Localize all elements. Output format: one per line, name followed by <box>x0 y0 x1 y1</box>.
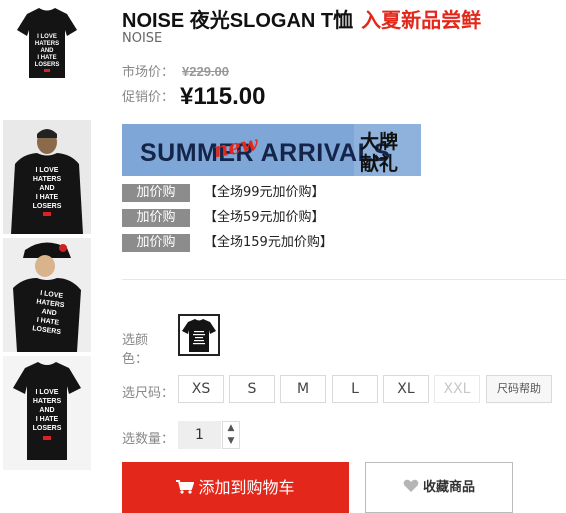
size-option-l[interactable]: L <box>332 375 378 403</box>
title-row: NOISE 夜光SLOGAN T恤 入夏新品尝鲜 <box>122 4 481 33</box>
favorite-label: 收藏商品 <box>422 480 475 495</box>
size-option-xxl[interactable]: XXL <box>434 375 480 403</box>
banner-cn-line-1: 大牌 <box>360 130 398 153</box>
addon-text[interactable]: 【全场59元加价购】 <box>204 209 325 227</box>
market-price-label: 市场价： <box>122 65 175 80</box>
shirt-print-line: I HATE <box>36 416 59 423</box>
add-to-cart-label: 添加到购物车 <box>198 478 295 497</box>
addon-tag: 加价购 <box>122 234 190 252</box>
size-label: 选尺码： <box>122 386 175 401</box>
sale-price: ¥115.00 <box>180 83 266 110</box>
promo-text: 入夏新品尝鲜 <box>361 10 482 32</box>
color-swatch-black[interactable] <box>178 314 220 356</box>
add-to-cart-button[interactable]: 添加到购物车 <box>122 462 349 513</box>
sale-price-row: 促销价： ¥115.00 <box>122 83 265 111</box>
quantity-input[interactable]: 1 <box>178 421 221 449</box>
shirt-print-line: I LOVE <box>36 389 59 396</box>
cart-icon <box>176 480 195 494</box>
shirt-print-line: LOSERS <box>33 203 62 210</box>
banner-main-text: SUMMER ARRIVALS <box>140 139 391 167</box>
size-option-s[interactable]: S <box>229 375 275 403</box>
chevron-down-icon[interactable]: ▼ <box>223 435 239 448</box>
shirt-print-line: AND <box>39 185 54 192</box>
banner-cn-line-2: 献礼 <box>360 152 398 175</box>
shirt-print-line: I LOVE <box>36 167 59 174</box>
size-option-xl[interactable]: XL <box>383 375 429 403</box>
shirt-print-line: LOSERS <box>35 62 60 68</box>
favorite-button[interactable]: 收藏商品 <box>365 462 513 513</box>
shirt-print-line: I LOVE <box>37 34 57 40</box>
section-divider <box>122 279 566 280</box>
shirt-print-line: LOSERS <box>33 425 62 432</box>
addon-tag: 加价购 <box>122 184 190 202</box>
addon-text[interactable]: 【全场159元加价购】 <box>204 234 333 252</box>
size-help-button[interactable]: 尺码帮助 <box>486 375 552 403</box>
shirt-print-line: HATERS <box>33 176 62 183</box>
market-price: ¥229.00 <box>182 64 230 79</box>
shirt-print-line: I HATE <box>36 194 59 201</box>
size-option-xs[interactable]: XS <box>178 375 224 403</box>
thumbnail-4[interactable]: I LOVE HATERS AND I HATE LOSERS <box>3 356 91 470</box>
thumbnail-2[interactable]: I LOVE HATERS AND I HATE LOSERS <box>3 120 91 234</box>
quantity-label: 选数量： <box>122 432 175 447</box>
thumbnail-1[interactable]: I LOVE HATERS AND I HATE LOSERS <box>3 4 91 80</box>
shirt-print-line: AND <box>39 407 54 414</box>
size-option-m[interactable]: M <box>280 375 326 403</box>
chevron-up-icon[interactable]: ▲ <box>223 422 239 435</box>
addon-text[interactable]: 【全场99元加价购】 <box>204 184 325 202</box>
thumbnail-3[interactable]: I LOVE HATERS AND I HATE LOSERS <box>3 238 91 352</box>
shirt-print-line: HATERS <box>35 41 59 47</box>
shirt-print-line: AND <box>41 48 55 54</box>
shirt-print-line: HATERS <box>33 398 62 405</box>
heart-icon <box>403 479 419 492</box>
sale-price-label: 促销价： <box>122 90 175 105</box>
summer-arrivals-banner[interactable]: SUMMER ARRIVALS new 大牌 献礼 <box>122 124 421 176</box>
market-price-row: 市场价： ¥229.00 <box>122 61 229 80</box>
quantity-stepper: ▲ ▼ <box>222 421 240 449</box>
shirt-print-line: I HATE <box>37 55 56 61</box>
color-label: 选颜色： <box>122 333 149 367</box>
addon-tag: 加价购 <box>122 209 190 227</box>
brand-name: NOISE <box>122 31 163 46</box>
product-title: NOISE 夜光SLOGAN T恤 <box>122 10 354 32</box>
